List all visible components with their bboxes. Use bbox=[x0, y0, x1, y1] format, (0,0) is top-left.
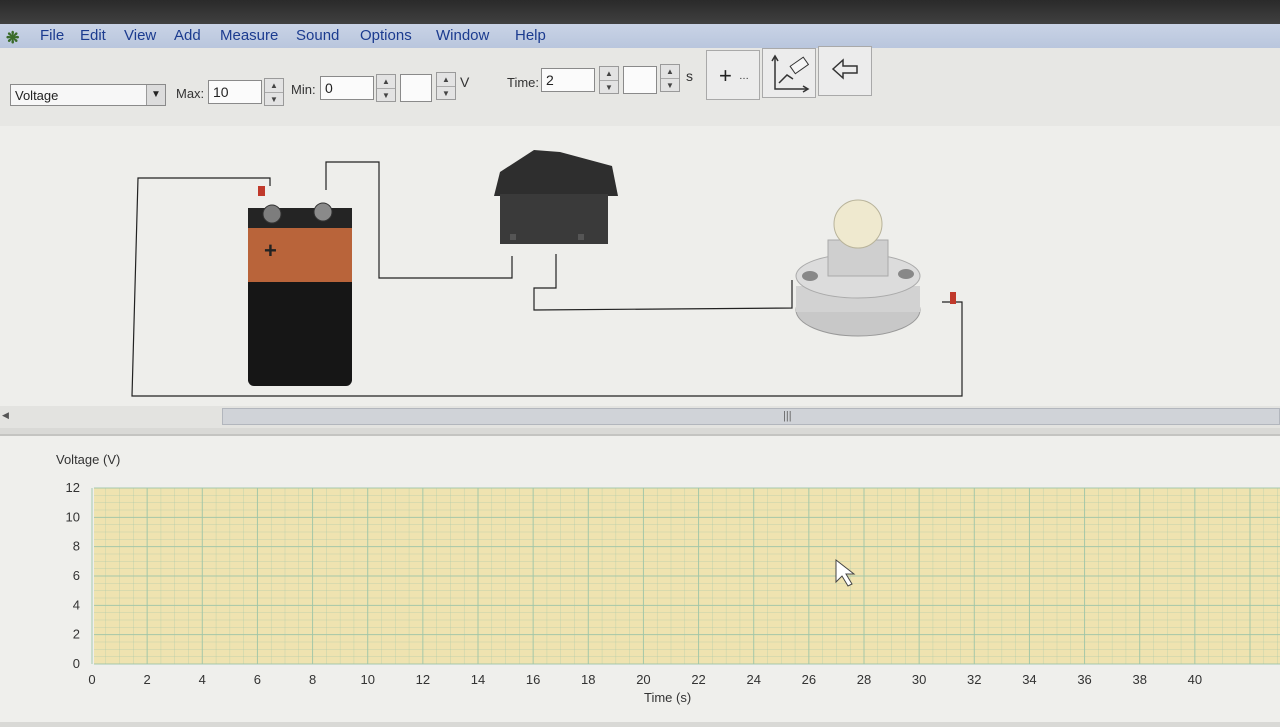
x-tick-label: 20 bbox=[636, 672, 650, 687]
x-tick-label: 14 bbox=[471, 672, 485, 687]
x-tick-label: 40 bbox=[1188, 672, 1202, 687]
toolbar: Voltage ▼ Max: 10 ▲ ▼ Min: 0 ▲ ▼ ▲ ▼ V T… bbox=[0, 46, 1280, 128]
menu-file[interactable]: File bbox=[40, 27, 64, 44]
current-probe-marker[interactable] bbox=[950, 292, 956, 304]
x-tick-label: 18 bbox=[581, 672, 595, 687]
y-tick-label: 10 bbox=[66, 509, 80, 524]
min-exponent-input[interactable] bbox=[400, 74, 432, 102]
menu-window[interactable]: Window bbox=[436, 27, 489, 44]
max-input[interactable]: 10 bbox=[208, 80, 262, 104]
spin-up-icon[interactable]: ▲ bbox=[265, 79, 283, 93]
battery-plus-sign: + bbox=[264, 238, 277, 263]
back-button[interactable] bbox=[818, 46, 872, 96]
x-tick-label: 24 bbox=[746, 672, 760, 687]
x-tick-label: 6 bbox=[254, 672, 261, 687]
rocker-switch[interactable] bbox=[494, 150, 618, 244]
spin-up-icon[interactable]: ▲ bbox=[600, 67, 618, 81]
light-bulb[interactable] bbox=[795, 199, 956, 337]
time-label: Time: bbox=[507, 75, 540, 90]
arrow-left-icon bbox=[831, 58, 858, 80]
spin-down-icon[interactable]: ▼ bbox=[437, 87, 455, 100]
voltage-time-graph: Voltage (V) 024681012 0 2 4 6 8 10 12 14 16 18 20 2… bbox=[56, 452, 1280, 705]
x-tick-label: 36 bbox=[1077, 672, 1091, 687]
scroll-left-icon[interactable]: ◀ bbox=[2, 410, 9, 421]
y-tick-label: 12 bbox=[66, 480, 80, 495]
time-exponent-input[interactable] bbox=[623, 66, 657, 94]
y-axis-label: Voltage (V) bbox=[56, 452, 120, 467]
add-graph-button[interactable]: + … bbox=[706, 50, 760, 100]
y-tick-labels: 0 2 4 6 8 10 12 bbox=[66, 480, 80, 671]
x-tick-label: 32 bbox=[967, 672, 981, 687]
x-tick-label: 38 bbox=[1132, 672, 1146, 687]
min-exponent-spinner[interactable]: ▲ ▼ bbox=[436, 72, 456, 100]
x-tick-label: 30 bbox=[912, 672, 926, 687]
x-tick-label: 16 bbox=[526, 672, 540, 687]
scrollbar-grip-icon: ||| bbox=[783, 410, 792, 422]
circuit-diagram: + bbox=[131, 150, 963, 397]
time-input[interactable]: 2 bbox=[541, 68, 595, 92]
max-spinner[interactable]: ▲ ▼ bbox=[264, 78, 284, 106]
quantity-select-value: Voltage bbox=[15, 88, 59, 103]
menu-help[interactable]: Help bbox=[515, 27, 546, 44]
x-tick-label: 12 bbox=[416, 672, 430, 687]
add-graph-button-label: + bbox=[719, 63, 732, 88]
y-tick-label: 6 bbox=[73, 568, 80, 583]
x-tick-label: 34 bbox=[1022, 672, 1036, 687]
quantity-select[interactable]: Voltage ▼ bbox=[10, 84, 166, 106]
canvas-scrollbar[interactable]: ◀ ||| bbox=[0, 406, 1280, 428]
min-spinner[interactable]: ▲ ▼ bbox=[376, 74, 396, 102]
menu-bar: ❋ File Edit View Add Measure Sound Optio… bbox=[0, 24, 1280, 49]
menu-sound[interactable]: Sound bbox=[296, 27, 339, 44]
x-tick-label: 10 bbox=[360, 672, 374, 687]
spin-up-icon[interactable]: ▲ bbox=[661, 65, 679, 79]
min-input[interactable]: 0 bbox=[320, 76, 374, 100]
x-tick-label: 22 bbox=[691, 672, 705, 687]
y-tick-label: 0 bbox=[73, 656, 80, 671]
spin-down-icon[interactable]: ▼ bbox=[377, 89, 395, 102]
max-label: Max: bbox=[176, 86, 205, 101]
x-tick-label: 28 bbox=[857, 672, 871, 687]
y-tick-label: 8 bbox=[73, 539, 80, 554]
graph-erase-button[interactable] bbox=[762, 48, 816, 98]
x-tick-label: 0 bbox=[88, 672, 95, 687]
spin-down-icon[interactable]: ▼ bbox=[661, 79, 679, 92]
x-tick-label: 4 bbox=[199, 672, 206, 687]
x-axis-label: Time (s) bbox=[644, 690, 691, 705]
battery[interactable]: + bbox=[248, 186, 352, 386]
ellipsis-icon: … bbox=[739, 71, 749, 82]
min-label: Min: bbox=[291, 82, 316, 97]
x-tick-label: 26 bbox=[802, 672, 816, 687]
app-icon: ❋ bbox=[6, 30, 20, 47]
graph-panel: Voltage (V) 0 2 4 6 8 10 12 0 2 4 6 8 10 12 14 16 18 20 2… bbox=[0, 434, 1280, 722]
circuit-canvas[interactable]: + bbox=[0, 126, 1280, 406]
graph-eraser-icon bbox=[771, 54, 810, 93]
volt-unit-label: V bbox=[460, 74, 470, 90]
spin-down-icon[interactable]: ▼ bbox=[600, 81, 618, 94]
spin-up-icon[interactable]: ▲ bbox=[437, 73, 455, 87]
menu-edit[interactable]: Edit bbox=[80, 27, 106, 44]
menu-add[interactable]: Add bbox=[174, 27, 201, 44]
spin-up-icon[interactable]: ▲ bbox=[377, 75, 395, 89]
time-spinner[interactable]: ▲ ▼ bbox=[599, 66, 619, 94]
scrollbar-thumb[interactable]: ||| bbox=[222, 408, 1280, 425]
voltage-probe-marker[interactable] bbox=[258, 186, 265, 196]
chevron-down-icon[interactable]: ▼ bbox=[146, 85, 165, 105]
menu-measure[interactable]: Measure bbox=[220, 27, 278, 44]
time-exponent-spinner[interactable]: ▲ ▼ bbox=[660, 64, 680, 92]
menu-options[interactable]: Options bbox=[360, 27, 412, 44]
menu-view[interactable]: View bbox=[124, 27, 156, 44]
spin-down-icon[interactable]: ▼ bbox=[265, 93, 283, 106]
time-unit-label: s bbox=[686, 68, 693, 84]
x-tick-label: 8 bbox=[309, 672, 316, 687]
y-tick-label: 4 bbox=[73, 597, 80, 612]
x-tick-label: 2 bbox=[144, 672, 151, 687]
x-tick-labels: 0 2 4 6 8 10 12 14 16 18 20 22 24 26 28 30 32 34 36 38 40 bbox=[88, 672, 1202, 687]
y-tick-label: 2 bbox=[73, 627, 80, 642]
